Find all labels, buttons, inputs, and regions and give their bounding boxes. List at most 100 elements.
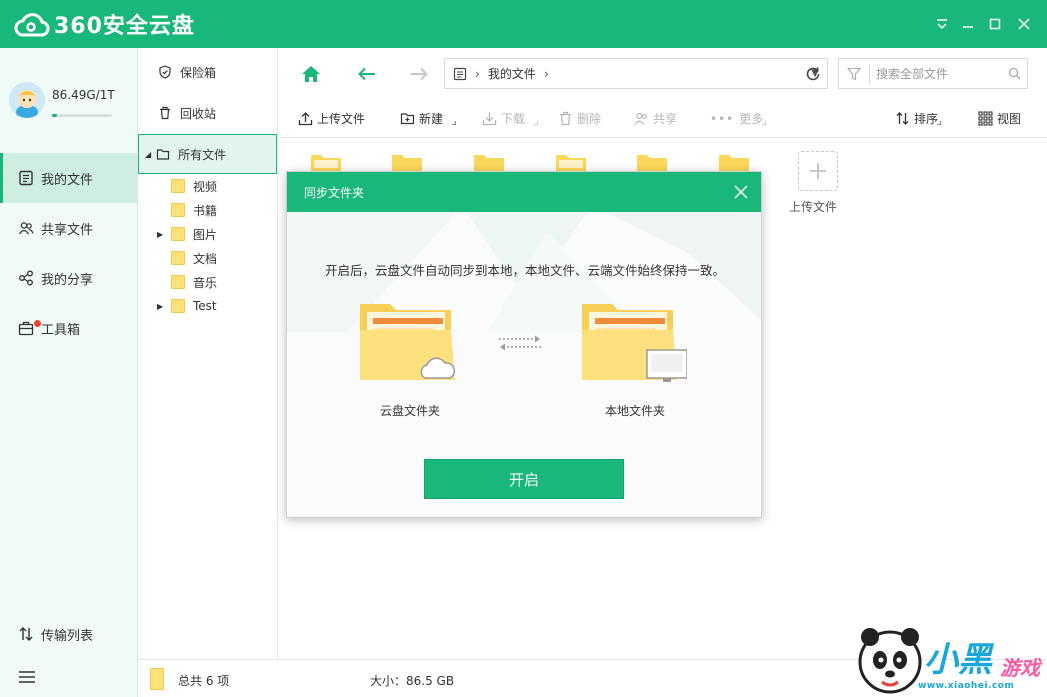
tree-child-books[interactable]: 书籍 xyxy=(138,198,277,222)
nav-label: 工具箱 xyxy=(41,322,81,338)
toolbar-label: 更多 xyxy=(739,112,764,126)
forward-button[interactable] xyxy=(407,62,431,86)
sort-button[interactable]: 排序 xyxy=(895,110,941,127)
expand-arrow-icon[interactable]: ◢ xyxy=(145,150,151,159)
tree-item-all-files[interactable]: ◢ 所有文件 xyxy=(138,134,277,174)
minimize-icon[interactable] xyxy=(955,12,981,36)
watermark-url: www.xiaohei.com xyxy=(918,681,1015,691)
tree-child-label: 书籍 xyxy=(193,203,218,218)
hamburger-icon xyxy=(19,671,35,683)
close-icon[interactable] xyxy=(1011,12,1037,36)
new-folder-icon xyxy=(400,113,415,125)
breadcrumb[interactable]: › 我的文件 › ▼ xyxy=(444,58,828,89)
tree-label: 保险箱 xyxy=(180,65,217,80)
tree-label: 回收站 xyxy=(180,106,217,121)
tree-child-label: 视频 xyxy=(193,179,218,194)
grid-view-icon xyxy=(978,111,993,126)
nav-label: 我的文件 xyxy=(41,172,94,188)
corner-arrow-icon xyxy=(534,121,538,125)
arrow-right-icon xyxy=(411,67,428,81)
search-box xyxy=(838,58,1028,89)
toolbox-icon xyxy=(18,321,34,336)
folder-icon xyxy=(171,251,185,265)
cloud-folder-label: 云盘文件夹 xyxy=(379,404,440,418)
my-files-icon xyxy=(19,170,33,186)
nav-label: 共享文件 xyxy=(41,222,94,238)
folder-icon xyxy=(150,668,164,690)
tree-child-label: 文档 xyxy=(193,251,218,266)
dropdown-icon[interactable] xyxy=(929,12,955,36)
toolbar-label: 下载 xyxy=(501,112,526,126)
sync-arrows-icon xyxy=(499,335,541,351)
expand-arrow-icon[interactable]: ▶ xyxy=(157,302,163,311)
download-button[interactable]: 下载 xyxy=(482,110,538,127)
nav-item-shared-files[interactable]: 共享文件 xyxy=(0,203,137,253)
folder-icon xyxy=(171,299,185,313)
expand-arrow-icon[interactable]: ▶ xyxy=(157,230,163,239)
upload-button[interactable]: 上传文件 xyxy=(298,110,365,127)
left-nav: 86.49G/1T 我的文件 共享文件 我的分享 工具箱 传输列表 xyxy=(0,48,138,697)
maximize-icon[interactable] xyxy=(982,12,1008,36)
cloud-logo-icon xyxy=(14,13,50,37)
avatar[interactable] xyxy=(9,82,45,118)
folder-tree: 保险箱 回收站 ◢ 所有文件 视频 书籍 ▶ 图片 文档 音乐 ▶ Test xyxy=(138,48,278,659)
tree-child-label: 音乐 xyxy=(193,275,218,290)
notification-dot xyxy=(34,320,41,327)
title-bar: 360安全云盘 xyxy=(0,0,1047,48)
refresh-button[interactable] xyxy=(801,62,825,86)
more-dots-icon: ••• xyxy=(710,111,735,126)
tree-item-safe[interactable]: 保险箱 xyxy=(138,52,277,92)
tree-child-pictures[interactable]: ▶ 图片 xyxy=(138,222,277,246)
nav-item-my-share[interactable]: 我的分享 xyxy=(0,253,137,303)
local-folder-label: 本地文件夹 xyxy=(604,404,665,418)
tree-child-video[interactable]: 视频 xyxy=(138,174,277,198)
nav-item-toolbox[interactable]: 工具箱 xyxy=(0,303,137,353)
address-bar: › 我的文件 › ▼ xyxy=(278,48,1047,98)
folder-icon xyxy=(171,227,185,241)
local-folder-icon xyxy=(582,304,687,382)
arrow-left-icon xyxy=(358,67,375,81)
trash-icon xyxy=(160,106,170,120)
back-button[interactable] xyxy=(355,62,379,86)
delete-button[interactable]: 删除 xyxy=(558,110,601,127)
hamburger-menu[interactable] xyxy=(0,652,137,697)
toolbar: 上传文件 新建 下载 删除 共享 ••• 更多 排序 视图 xyxy=(278,98,1047,138)
search-input[interactable] xyxy=(876,59,996,88)
tree-child-music[interactable]: 音乐 xyxy=(138,270,277,294)
document-icon xyxy=(453,67,467,80)
watermark-word-icon: 小黑 xyxy=(924,640,992,680)
upload-tile-label[interactable]: 上传文件 xyxy=(789,198,837,215)
transfer-icon xyxy=(19,627,33,641)
tree-child-docs[interactable]: 文档 xyxy=(138,246,277,270)
corner-arrow-icon xyxy=(937,121,941,125)
status-total: 总共 6 项 xyxy=(178,674,230,688)
breadcrumb-separator: › xyxy=(543,66,549,81)
search-icon[interactable] xyxy=(1008,67,1021,80)
nav-item-my-files[interactable]: 我的文件 xyxy=(0,153,137,203)
nav-label: 传输列表 xyxy=(41,628,94,644)
watermark-word2-icon: 游戏 xyxy=(1000,656,1040,680)
upload-tile[interactable] xyxy=(798,151,838,191)
tree-label: 所有文件 xyxy=(178,147,227,162)
close-icon[interactable] xyxy=(733,184,749,200)
toolbar-label: 上传文件 xyxy=(317,112,366,126)
breadcrumb-item[interactable]: 我的文件 xyxy=(488,65,536,82)
shared-files-icon xyxy=(18,222,34,235)
download-icon xyxy=(482,112,497,126)
enable-sync-button[interactable]: 开启 xyxy=(424,459,624,499)
new-button[interactable]: 新建 xyxy=(400,110,456,127)
tree-item-recycle[interactable]: 回收站 xyxy=(138,93,277,133)
tree-child-test[interactable]: ▶ Test xyxy=(138,294,277,318)
toolbar-label: 共享 xyxy=(653,112,678,126)
share-button[interactable]: 共享 xyxy=(634,110,677,127)
trash-icon xyxy=(560,111,571,126)
cloud-folder-icon xyxy=(360,304,456,380)
quota-text: 86.49G/1T xyxy=(52,88,115,102)
divider xyxy=(869,63,870,84)
folder-icon xyxy=(171,275,185,289)
more-button[interactable]: ••• 更多 xyxy=(710,110,766,127)
dialog-header: 同步文件夹 xyxy=(287,172,761,212)
filter-icon[interactable] xyxy=(847,67,861,81)
home-button[interactable] xyxy=(299,62,323,86)
view-button[interactable]: 视图 xyxy=(978,110,1021,127)
